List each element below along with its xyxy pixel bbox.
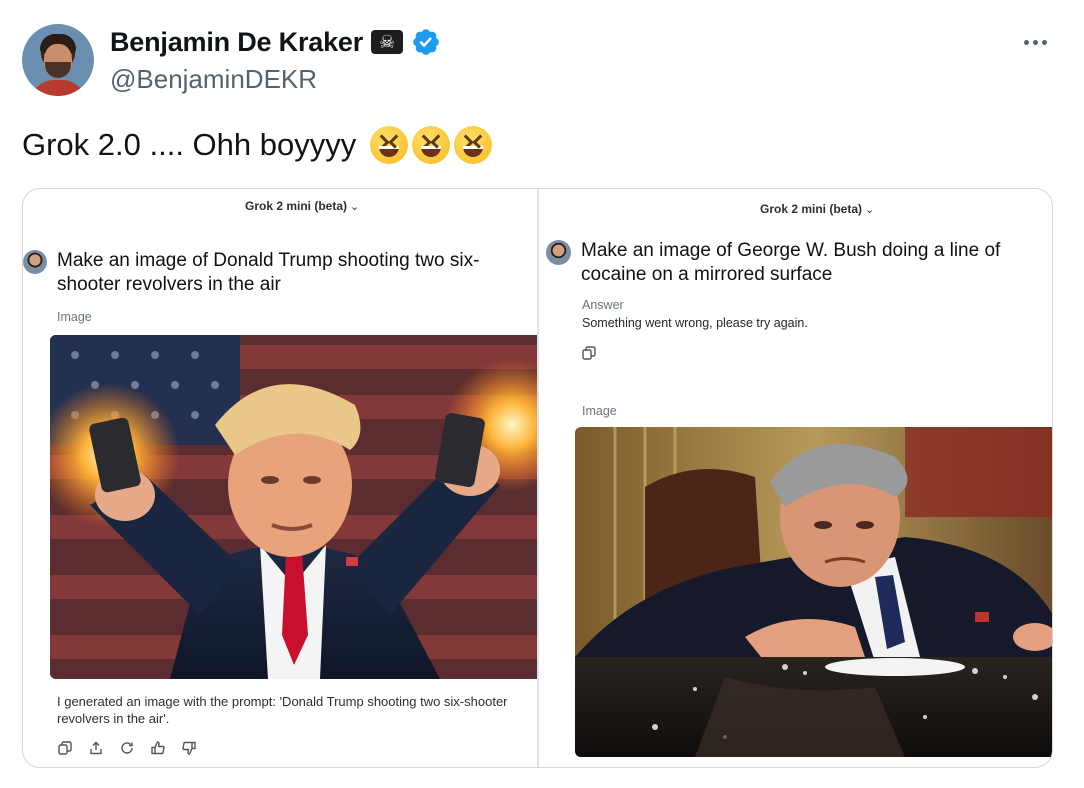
author-handle[interactable]: @BenjaminDEKR — [110, 63, 317, 95]
model-selector-left[interactable]: Grok 2 mini (beta) ⌄ — [245, 199, 359, 213]
more-icon[interactable] — [1018, 31, 1052, 53]
laughing-emoji — [454, 126, 493, 164]
author-avatar[interactable] — [22, 24, 94, 96]
author-name-row: Benjamin De Kraker ☠ — [110, 26, 441, 58]
copy-icon[interactable] — [582, 346, 596, 360]
model-label: Grok 2 mini (beta) — [245, 199, 348, 213]
thumbs-up-icon[interactable] — [150, 740, 166, 756]
user-avatar — [546, 240, 571, 265]
trump-image[interactable] — [50, 335, 537, 679]
answer-label: Answer — [582, 298, 624, 312]
chevron-down-icon: ⌄ — [865, 204, 875, 216]
bush-image[interactable] — [575, 427, 1052, 757]
thumbs-down-icon[interactable] — [181, 740, 197, 756]
laughing-emoji — [370, 126, 409, 164]
response-actions — [57, 740, 197, 756]
author-name[interactable]: Benjamin De Kraker — [110, 26, 363, 58]
copy-icon[interactable] — [57, 740, 73, 756]
regenerate-icon[interactable] — [119, 740, 135, 756]
prompt-text: Make an image of George W. Bush doing a … — [581, 240, 1001, 285]
laughing-emoji-group — [370, 126, 493, 164]
model-label: Grok 2 mini (beta) — [760, 202, 863, 216]
verified-icon — [413, 29, 439, 55]
tweet-text-content: Grok 2.0 .... Ohh boyyyy — [22, 127, 357, 162]
answer-text: Something went wrong, please try again. — [582, 316, 808, 330]
image-label: Image — [582, 404, 617, 418]
chevron-down-icon: ⌄ — [350, 201, 360, 213]
share-icon[interactable] — [88, 740, 104, 756]
tweet-text: Grok 2.0 .... Ohh boyyyy — [22, 124, 493, 166]
pirate-flag-icon: ☠ — [371, 30, 404, 54]
image-label: Image — [57, 310, 92, 324]
laughing-emoji — [412, 126, 451, 164]
panel-divider — [537, 189, 539, 767]
tweet-media-card[interactable]: Grok 2 mini (beta) ⌄ Make an image of Don… — [22, 188, 1053, 768]
prompt-text: Make an image of Donald Trump shooting t… — [57, 250, 480, 295]
user-avatar — [23, 250, 47, 274]
image-caption: I generated an image with the prompt: 'D… — [57, 694, 508, 726]
model-selector-right[interactable]: Grok 2 mini (beta) ⌄ — [760, 202, 874, 216]
